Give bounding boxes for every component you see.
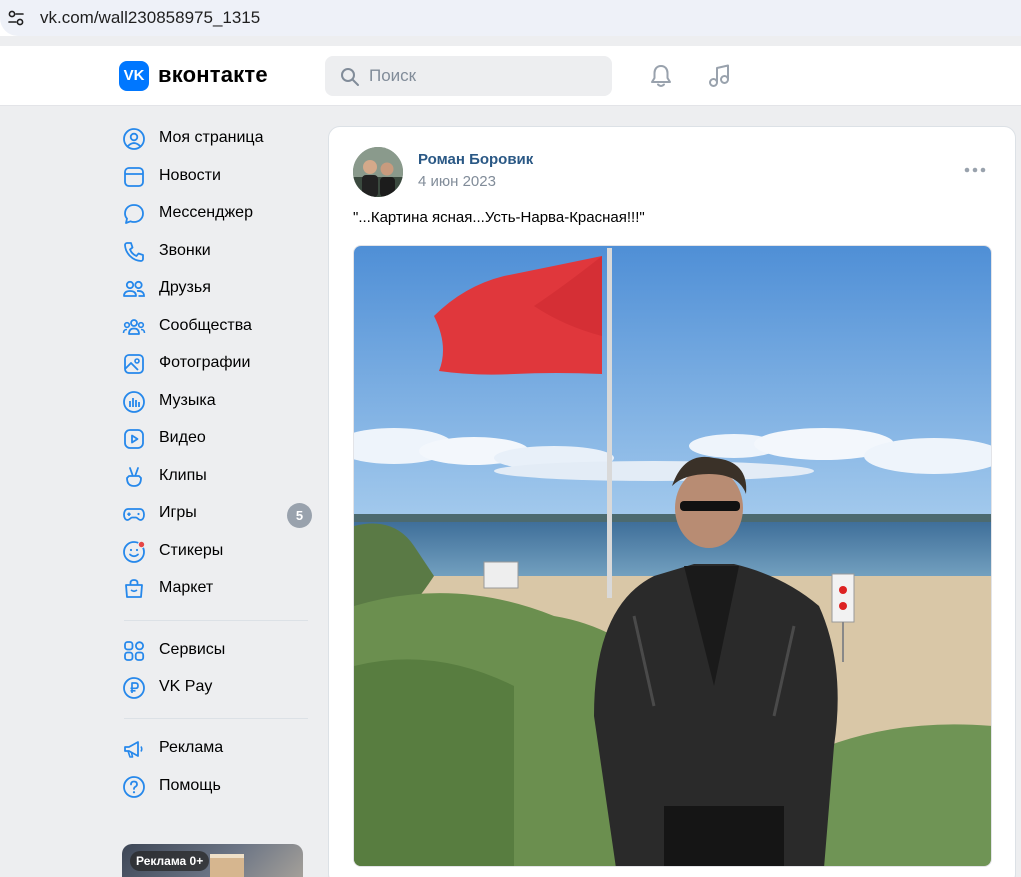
sidebar-item-communities[interactable]: Сообщества: [118, 308, 314, 344]
sidebar-item-my-page[interactable]: Моя страница: [118, 120, 314, 156]
photos-icon: [124, 354, 144, 374]
sidebar-item-news[interactable]: Новости: [118, 158, 314, 194]
phone-icon: [124, 242, 144, 262]
sidebar-item-label: Моя страница: [159, 129, 264, 146]
sidebar-item-music[interactable]: Музыка: [118, 383, 314, 419]
sidebar-item-photos[interactable]: Фотографии: [118, 345, 314, 381]
sidebar-item-label: Новости: [159, 167, 221, 184]
music-player-icon[interactable]: [706, 62, 734, 90]
sidebar-divider: [124, 620, 308, 621]
news-icon: [124, 167, 144, 187]
url-text[interactable]: vk.com/wall230858975_1315: [40, 8, 260, 28]
sidebar-item-label: Звонки: [159, 242, 211, 259]
site-header: VK вконтакте: [0, 46, 1021, 106]
search-box[interactable]: [325, 56, 612, 96]
vkpay-icon: [123, 677, 145, 699]
sidebar-item-label: VK Pay: [159, 678, 213, 695]
services-icon: [124, 641, 145, 661]
author-avatar[interactable]: [353, 147, 403, 197]
site-settings-icon[interactable]: [6, 8, 26, 28]
sidebar-item-label: Мессенджер: [159, 204, 253, 221]
post-date[interactable]: 4 июн 2023: [418, 173, 496, 190]
sidebar-item-label: Сообщества: [159, 317, 252, 334]
sidebar-divider: [124, 718, 308, 719]
avatar-image: [353, 147, 403, 197]
photo-image: [354, 246, 991, 866]
message-icon: [124, 204, 144, 224]
video-icon: [124, 429, 144, 449]
post-text: "...Картина ясная...Усть-Нарва-Красная!!…: [353, 209, 645, 226]
games-count-badge: 5: [287, 503, 312, 528]
sidebar-item-calls[interactable]: Звонки: [118, 233, 314, 269]
profile-icon: [123, 128, 145, 150]
post-author-name[interactable]: Роман Боровик: [418, 151, 533, 168]
search-input[interactable]: [369, 64, 599, 88]
sidebar-item-vk-pay[interactable]: VK Pay: [118, 669, 314, 705]
ad-image: [210, 854, 244, 877]
sidebar-item-video[interactable]: Видео: [118, 420, 314, 456]
clips-icon: [126, 467, 142, 487]
communities-icon: [122, 319, 146, 335]
help-icon: [123, 776, 145, 798]
sidebar-item-market[interactable]: Маркет: [118, 570, 314, 606]
ad-age-label: Реклама 0+: [130, 851, 210, 871]
sidebar-item-services[interactable]: Сервисы: [118, 632, 314, 668]
search-icon: [341, 68, 359, 86]
url-box[interactable]: vk.com/wall230858975_1315: [0, 0, 1021, 36]
browser-address-bar: vk.com/wall230858975_1315: [0, 0, 1021, 36]
sidebar-item-label: Помощь: [159, 777, 221, 794]
vk-logo-icon[interactable]: VK: [119, 61, 149, 91]
market-icon: [125, 579, 143, 598]
notifications-bell-icon[interactable]: [647, 62, 675, 90]
sidebar-item-ads[interactable]: Реклама: [118, 730, 314, 766]
sidebar-ad-card[interactable]: Реклама 0+: [122, 844, 303, 877]
wall-post: Роман Боровик 4 июн 2023 "...Картина ясн…: [328, 126, 1016, 877]
sidebar-item-label: Музыка: [159, 392, 216, 409]
sidebar-item-label: Фотографии: [159, 354, 251, 371]
sidebar-item-label: Видео: [159, 429, 206, 446]
sidebar-item-messenger[interactable]: Мессенджер: [118, 195, 314, 231]
more-options-icon[interactable]: [963, 163, 987, 177]
sidebar-item-label: Стикеры: [159, 542, 224, 559]
sidebar-item-clips[interactable]: Клипы: [118, 458, 314, 494]
post-photo[interactable]: [353, 245, 992, 867]
sidebar-item-label: Клипы: [159, 467, 207, 484]
sidebar-item-games[interactable]: Игры 5: [118, 495, 314, 531]
sidebar-item-label: Реклама: [159, 739, 224, 756]
sidebar-item-label: Друзья: [159, 279, 211, 296]
vk-logo-text[interactable]: вконтакте: [158, 62, 268, 88]
sidebar-item-label: Маркет: [159, 579, 214, 596]
games-icon: [123, 508, 145, 521]
friends-icon: [123, 280, 145, 297]
sidebar-item-label: Сервисы: [159, 641, 226, 658]
sidebar-item-help[interactable]: Помощь: [118, 768, 314, 804]
stickers-icon: [123, 540, 146, 563]
sidebar-item-friends[interactable]: Друзья: [118, 270, 314, 306]
sidebar-item-label: Игры: [159, 504, 197, 521]
ads-icon: [124, 741, 143, 758]
music-icon: [123, 391, 145, 413]
sidebar-item-stickers[interactable]: Стикеры: [118, 533, 314, 569]
